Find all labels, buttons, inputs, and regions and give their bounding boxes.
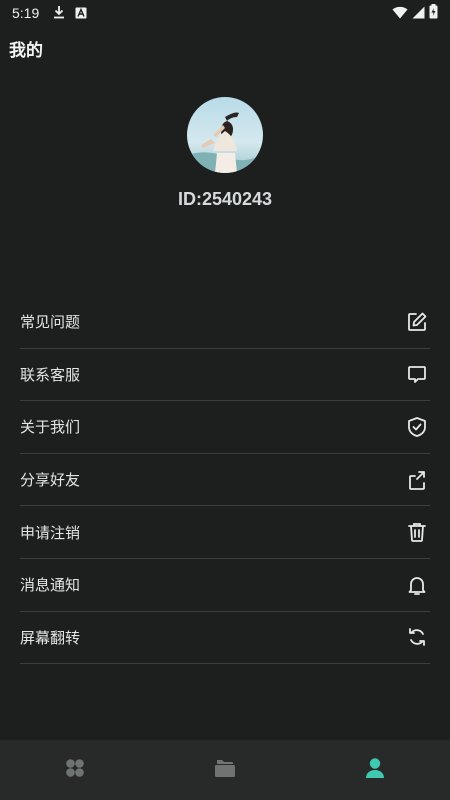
user-icon <box>365 757 385 783</box>
page-title: 我的 <box>9 41 43 61</box>
tab-profile[interactable] <box>300 740 450 800</box>
avatar[interactable] <box>187 97 263 173</box>
tab-home[interactable] <box>0 740 150 800</box>
status-time: 5:19 <box>12 5 40 21</box>
profile-section: ID:2540243 <box>0 97 450 210</box>
menu-item-label: 联系客服 <box>20 365 81 384</box>
tab-files[interactable] <box>150 740 300 800</box>
menu-item-delete-account[interactable]: 申请注销 <box>20 506 430 559</box>
download-icon <box>53 4 65 23</box>
wifi-icon <box>392 4 408 23</box>
menu-item-label: 消息通知 <box>20 576 81 595</box>
app-a-icon <box>75 4 87 23</box>
menu-item-screen-rotation[interactable]: 屏幕翻转 <box>20 612 430 665</box>
folder-icon <box>214 758 236 782</box>
menu-item-label: 申请注销 <box>20 523 81 542</box>
bottom-nav <box>0 740 450 800</box>
menu-item-label: 关于我们 <box>20 418 81 437</box>
menu-list: 常见问题 联系客服 关于我们 分享好友 申请注销 消息通知 屏幕翻转 <box>20 296 430 665</box>
trash-icon <box>406 521 428 543</box>
share-icon <box>406 469 428 491</box>
menu-item-share-friends[interactable]: 分享好友 <box>20 454 430 507</box>
menu-item-faq[interactable]: 常见问题 <box>20 296 430 349</box>
bell-icon <box>406 574 428 596</box>
home-grid-icon <box>64 757 86 783</box>
menu-item-notifications[interactable]: 消息通知 <box>20 559 430 612</box>
menu-item-label: 分享好友 <box>20 471 81 490</box>
menu-item-label: 常见问题 <box>20 313 81 332</box>
battery-charging-icon <box>429 3 438 23</box>
shield-check-icon <box>406 416 428 438</box>
menu-item-label: 屏幕翻转 <box>20 628 81 647</box>
menu-item-customer-service[interactable]: 联系客服 <box>20 349 430 402</box>
user-id: ID:2540243 <box>177 189 273 209</box>
status-bar: 5:19 <box>0 0 450 26</box>
signal-icon <box>412 4 425 23</box>
rotate-icon <box>406 626 428 648</box>
chat-icon <box>406 363 428 385</box>
edit-icon <box>406 311 428 333</box>
menu-item-about-us[interactable]: 关于我们 <box>20 401 430 454</box>
